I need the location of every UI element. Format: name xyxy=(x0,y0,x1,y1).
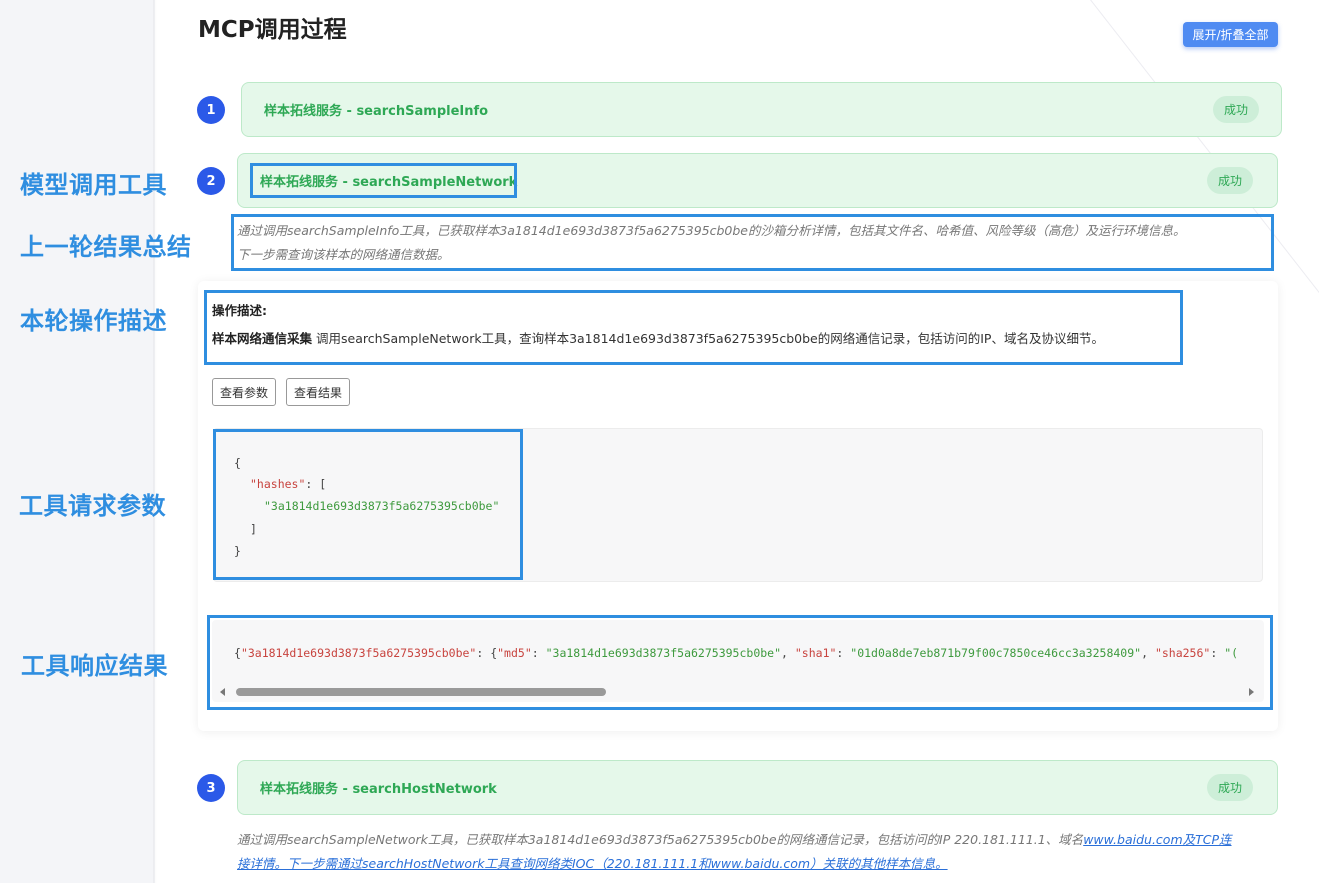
step-number-1: 1 xyxy=(197,96,225,124)
left-gutter xyxy=(0,0,155,883)
step-title: 样本拓线服务 - searchHostNetwork xyxy=(260,782,497,797)
status-badge: 成功 xyxy=(1206,167,1253,194)
annotation-prev-round-summary: 上一轮结果总结 xyxy=(20,233,192,261)
annotation-box-tool-name xyxy=(250,163,517,198)
step-header-3[interactable]: 样本拓线服务 - searchHostNetwork 成功 xyxy=(237,760,1278,815)
status-badge: 成功 xyxy=(1212,96,1259,123)
summary-link[interactable]: 接详情。下一步需通过searchHostNetwork工具查询网络类IOC（22… xyxy=(237,856,948,871)
step-header-1[interactable]: 样本拓线服务 - searchSampleInfo 成功 xyxy=(241,82,1282,137)
annotation-this-round-desc: 本轮操作描述 xyxy=(20,307,167,335)
annotation-box-summary xyxy=(231,214,1274,271)
annotation-box-result xyxy=(207,615,1273,710)
step-3-summary: 通过调用searchSampleNetwork工具，已获取样本3a1814d1e… xyxy=(237,828,1232,876)
summary-line: 接详情。下一步需通过searchHostNetwork工具查询网络类IOC（22… xyxy=(237,852,1232,876)
summary-text-part: 通过调用searchSampleNetwork工具，已获取样本3a1814d1e… xyxy=(237,832,1084,847)
view-params-button[interactable]: 查看参数 xyxy=(212,378,277,406)
page-title: MCP调用过程 xyxy=(198,17,347,43)
annotation-tool-response-result: 工具响应结果 xyxy=(21,652,168,680)
step-number-3: 3 xyxy=(197,774,225,802)
annotation-model-call-tool: 模型调用工具 xyxy=(20,171,167,199)
expand-collapse-all-button[interactable]: 展开/折叠全部 xyxy=(1183,22,1278,47)
annotation-box-operation xyxy=(204,290,1183,365)
annotation-box-params xyxy=(213,429,523,580)
annotation-tool-request-params: 工具请求参数 xyxy=(19,492,166,520)
step-title: 样本拓线服务 - searchSampleInfo xyxy=(264,104,489,119)
summary-link[interactable]: www.baidu.com及TCP连 xyxy=(1083,832,1231,847)
summary-line: 通过调用searchSampleNetwork工具，已获取样本3a1814d1e… xyxy=(237,828,1232,852)
gutter-shadow xyxy=(153,0,157,883)
status-badge: 成功 xyxy=(1206,774,1253,801)
view-result-button[interactable]: 查看结果 xyxy=(286,378,351,406)
step-number-2: 2 xyxy=(197,167,225,195)
